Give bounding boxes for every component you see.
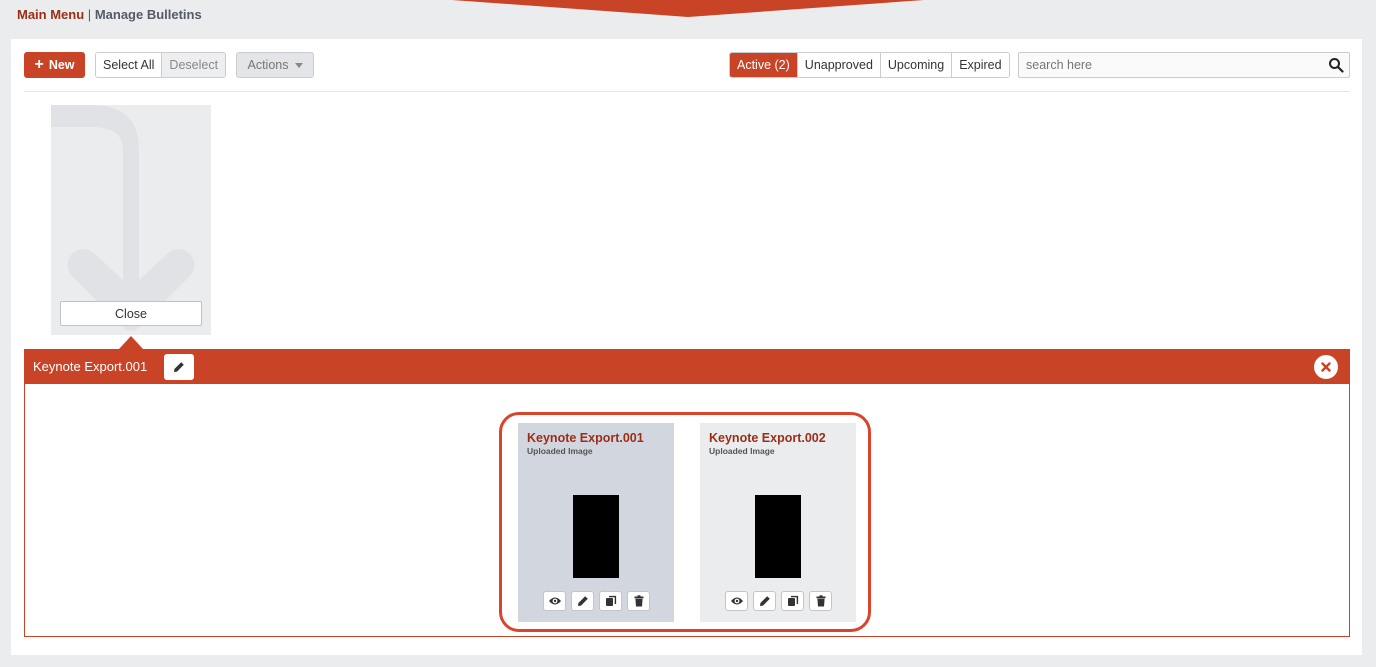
breadcrumb-main-menu-link[interactable]: Main Menu <box>17 7 84 22</box>
bulletin-card-actions <box>543 591 650 611</box>
close-group-button[interactable] <box>1314 355 1338 379</box>
new-button[interactable]: + New <box>24 52 85 78</box>
actions-dropdown[interactable]: Actions <box>236 52 314 78</box>
group-title: Keynote Export.001 <box>33 359 148 374</box>
bulletins-panel: + New Select All Deselect Actions Active… <box>11 39 1362 655</box>
delete-button[interactable] <box>809 591 832 611</box>
close-folder-button[interactable]: Close <box>60 301 202 326</box>
copy-icon <box>605 595 616 606</box>
preview-button[interactable] <box>543 591 566 611</box>
bulletin-card-actions <box>725 591 832 611</box>
new-button-label: New <box>48 58 75 72</box>
selection-button-group: Select All Deselect <box>95 52 227 78</box>
delete-button[interactable] <box>627 591 650 611</box>
duplicate-button[interactable] <box>781 591 804 611</box>
duplicate-button[interactable] <box>599 591 622 611</box>
bulletin-thumbnail <box>755 495 801 578</box>
plus-icon: + <box>34 56 44 73</box>
edit-group-button[interactable] <box>164 354 194 380</box>
pencil-icon <box>577 596 588 606</box>
select-all-button[interactable]: Select All <box>96 53 162 77</box>
eye-icon <box>730 597 743 605</box>
pencil-icon <box>759 596 770 606</box>
filter-active-tab[interactable]: Active (2) <box>730 53 797 77</box>
deselect-button[interactable]: Deselect <box>161 53 226 77</box>
copy-icon <box>787 595 798 606</box>
eye-icon <box>548 597 561 605</box>
folder-tile[interactable]: Close <box>51 105 211 335</box>
search-input[interactable] <box>1019 53 1319 77</box>
caret-down-icon <box>294 62 303 68</box>
trash-icon <box>634 595 643 607</box>
filter-upcoming-tab[interactable]: Upcoming <box>879 53 952 77</box>
breadcrumb-separator: | <box>87 7 92 22</box>
bulletin-card-subtitle: Uploaded Image <box>709 446 775 456</box>
bulletin-card-subtitle: Uploaded Image <box>527 446 593 456</box>
actions-dropdown-label: Actions <box>247 58 289 72</box>
search-box <box>1018 52 1350 78</box>
preview-button[interactable] <box>725 591 748 611</box>
trash-icon <box>816 595 825 607</box>
bulletin-card-title: Keynote Export.002 <box>709 431 826 445</box>
bulletin-card[interactable]: Keynote Export.001 Uploaded Image <box>518 423 674 622</box>
bulletin-thumbnail <box>573 495 619 578</box>
edit-bulletin-button[interactable] <box>571 591 594 611</box>
status-filter-group: Active (2) Unapproved Upcoming Expired <box>729 52 1010 78</box>
search-icon[interactable] <box>1328 57 1344 73</box>
header-arrow-decoration <box>452 0 924 17</box>
pencil-icon <box>174 362 184 372</box>
close-icon <box>1321 362 1331 372</box>
breadcrumb: Main Menu | Manage Bulletins <box>17 7 202 22</box>
filter-unapproved-tab[interactable]: Unapproved <box>796 53 880 77</box>
edit-bulletin-button[interactable] <box>753 591 776 611</box>
bulletin-card-title: Keynote Export.001 <box>527 431 644 445</box>
folder-pointer <box>119 336 143 349</box>
group-header: Keynote Export.001 <box>24 349 1350 384</box>
breadcrumb-current: Manage Bulletins <box>94 7 202 22</box>
filter-expired-tab[interactable]: Expired <box>951 53 1009 77</box>
toolbar: + New Select All Deselect Actions Active… <box>24 52 1350 79</box>
toolbar-divider <box>24 91 1350 92</box>
bulletin-card[interactable]: Keynote Export.002 Uploaded Image <box>700 423 856 622</box>
